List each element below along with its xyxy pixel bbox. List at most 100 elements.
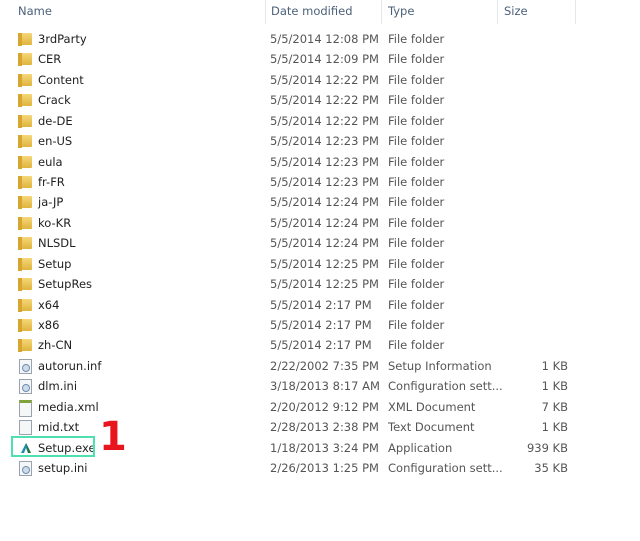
file-size: 1 KB — [541, 358, 568, 373]
column-header: Name Date modified Type Size — [0, 0, 640, 24]
file-name: eula — [38, 154, 63, 169]
file-row[interactable]: Content 5/5/2014 12:22 PM File folder — [0, 70, 600, 90]
file-date: 2/28/2013 2:38 PM — [270, 420, 379, 435]
step-number: 1 — [99, 414, 127, 460]
file-name: fr-FR — [38, 175, 65, 189]
file-name: CER — [38, 52, 62, 67]
file-row[interactable]: setup.ini 2/26/2013 1:25 PM Configuratio… — [0, 458, 600, 478]
file-name: setup.ini — [38, 461, 88, 476]
file-type: File folder — [388, 256, 445, 271]
file-date: 2/20/2012 9:12 PM — [270, 399, 379, 414]
file-name: Crack — [38, 93, 71, 108]
file-date: 5/5/2014 12:23 PM — [270, 175, 379, 189]
file-name: NLSDL — [38, 236, 76, 251]
file-date: 5/5/2014 12:24 PM — [270, 236, 379, 251]
folder-icon — [18, 155, 32, 169]
file-row[interactable]: SetupRes 5/5/2014 12:25 PM File folder — [0, 274, 600, 294]
file-type: Application — [388, 440, 453, 455]
file-size: 939 KB — [526, 440, 568, 455]
column-divider[interactable] — [265, 0, 266, 24]
file-date: 5/5/2014 12:22 PM — [270, 72, 379, 87]
file-date: 5/5/2014 12:23 PM — [270, 134, 379, 149]
file-type: File folder — [388, 113, 445, 128]
column-divider[interactable] — [575, 0, 576, 24]
file-row[interactable]: NLSDL 5/5/2014 12:24 PM File folder — [0, 233, 600, 253]
file-row[interactable]: dlm.ini 3/18/2013 8:17 AM Configuration … — [0, 376, 600, 396]
file-date: 5/5/2014 12:08 PM — [270, 32, 379, 46]
file-date: 1/18/2013 3:24 PM — [270, 440, 379, 455]
file-name: Content — [38, 72, 84, 87]
folder-icon — [18, 73, 32, 87]
file-type: File folder — [388, 154, 445, 169]
xml-file-icon — [19, 399, 32, 417]
folder-icon — [18, 257, 32, 271]
file-row[interactable]: x86 5/5/2014 2:17 PM File folder — [0, 315, 600, 335]
file-type: File folder — [388, 32, 445, 46]
file-date: 5/5/2014 2:17 PM — [270, 338, 372, 353]
file-row[interactable]: eula 5/5/2014 12:23 PM File folder — [0, 152, 600, 172]
folder-icon — [18, 278, 32, 292]
file-type: File folder — [388, 52, 445, 67]
column-size[interactable]: Size — [504, 4, 528, 18]
folder-icon — [18, 196, 32, 210]
folder-icon — [18, 216, 32, 230]
file-date: 5/5/2014 12:24 PM — [270, 195, 379, 210]
file-row[interactable]: de-DE 5/5/2014 12:22 PM File folder — [0, 111, 600, 131]
file-row[interactable]: Setup 5/5/2014 12:25 PM File folder — [0, 254, 600, 274]
column-name[interactable]: Name — [18, 4, 52, 18]
file-type: Configuration sett... — [388, 379, 503, 394]
config-file-icon — [19, 358, 32, 374]
file-name: media.xml — [38, 399, 99, 414]
file-row[interactable]: en-US 5/5/2014 12:23 PM File folder — [0, 131, 600, 151]
file-date: 5/5/2014 2:17 PM — [270, 318, 372, 333]
file-name: de-DE — [38, 113, 73, 128]
folder-icon — [18, 114, 32, 128]
folder-icon — [18, 53, 32, 67]
file-name: dlm.ini — [38, 379, 78, 394]
file-date: 5/5/2014 12:25 PM — [270, 256, 379, 271]
file-row[interactable]: zh-CN 5/5/2014 2:17 PM File folder — [0, 335, 600, 355]
file-name: ko-KR — [38, 215, 72, 230]
file-date: 3/18/2013 8:17 AM — [270, 379, 380, 394]
file-name: x86 — [38, 318, 60, 333]
config-file-icon — [19, 461, 32, 477]
column-date-modified[interactable]: Date modified — [271, 4, 353, 18]
file-name: ja-JP — [38, 195, 64, 210]
column-divider[interactable] — [381, 0, 382, 24]
folder-icon — [18, 339, 32, 353]
file-type: File folder — [388, 236, 445, 251]
file-row[interactable]: 3rdParty 5/5/2014 12:08 PM File folder — [0, 29, 600, 49]
file-row[interactable]: x64 5/5/2014 2:17 PM File folder — [0, 295, 600, 315]
file-type: XML Document — [388, 399, 476, 414]
file-row[interactable]: fr-FR 5/5/2014 12:23 PM File folder — [0, 172, 600, 192]
file-row[interactable]: media.xml 2/20/2012 9:12 PM XML Document… — [0, 397, 600, 417]
folder-icon — [18, 176, 32, 189]
highlight-box — [11, 436, 95, 457]
file-row[interactable]: autorun.inf 2/22/2002 7:35 PM Setup Info… — [0, 356, 600, 376]
file-date: 5/5/2014 12:22 PM — [270, 113, 379, 128]
config-file-icon — [19, 379, 32, 395]
file-date: 5/5/2014 12:25 PM — [270, 277, 379, 292]
file-row[interactable]: ko-KR 5/5/2014 12:24 PM File folder — [0, 213, 600, 233]
file-row[interactable]: Crack 5/5/2014 12:22 PM File folder — [0, 90, 600, 110]
file-type: File folder — [388, 215, 445, 230]
file-name: Setup — [38, 256, 72, 271]
file-name: zh-CN — [38, 338, 73, 353]
column-divider[interactable] — [497, 0, 498, 24]
file-size: 7 KB — [541, 399, 568, 414]
file-name: 3rdParty — [38, 32, 87, 46]
file-row[interactable]: ja-JP 5/5/2014 12:24 PM File folder — [0, 192, 600, 212]
file-name: x64 — [38, 297, 60, 312]
file-date: 5/5/2014 12:24 PM — [270, 215, 379, 230]
file-date: 5/5/2014 2:17 PM — [270, 297, 372, 312]
file-row[interactable]: mid.txt 2/28/2013 2:38 PM Text Document … — [0, 417, 600, 437]
file-type: Configuration sett... — [388, 461, 503, 476]
column-type[interactable]: Type — [388, 4, 414, 18]
file-size: 35 KB — [534, 461, 568, 476]
file-type: File folder — [388, 297, 445, 312]
file-date: 5/5/2014 12:09 PM — [270, 52, 379, 67]
file-row[interactable]: CER 5/5/2014 12:09 PM File folder — [0, 49, 600, 69]
file-date: 2/22/2002 7:35 PM — [270, 358, 379, 373]
file-type: Text Document — [388, 420, 475, 435]
file-name: SetupRes — [38, 277, 93, 292]
